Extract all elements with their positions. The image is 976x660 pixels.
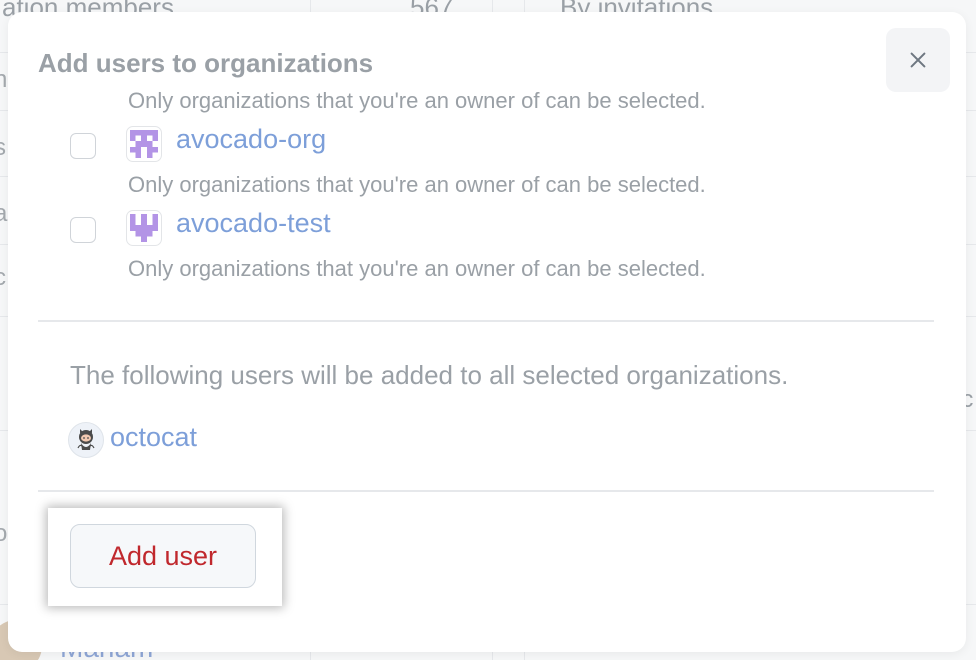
owner-hint-text: Only organizations that you're an owner …	[128, 172, 706, 197]
octocat-avatar-icon	[68, 422, 104, 458]
section-divider	[38, 490, 934, 492]
background-edge-letter: n	[0, 66, 8, 93]
org-checkbox[interactable]	[70, 217, 96, 243]
owner-hint-text: Only organizations that you're an owner …	[128, 88, 706, 113]
background-edge-letter: a	[0, 200, 8, 227]
close-button[interactable]	[886, 28, 950, 92]
background-edge-letter: c	[0, 264, 6, 291]
org-link-avocado-org[interactable]: avocado-org	[176, 124, 326, 155]
org-option-avocado-test: avocado-test	[70, 208, 470, 248]
org-checkbox[interactable]	[70, 133, 96, 159]
user-list-item: octocat	[68, 420, 368, 460]
org-option-avocado-org: avocado-org	[70, 124, 470, 164]
add-users-dialog: Add users to organizations Only organiza…	[8, 12, 966, 652]
close-icon	[910, 52, 926, 68]
background-edge-letter: o	[0, 520, 8, 547]
org-link-avocado-test[interactable]: avocado-test	[176, 208, 331, 239]
submit-highlight: Add user	[48, 508, 282, 606]
owner-hint-text: Only organizations that you're an owner …	[128, 256, 706, 281]
user-link-octocat[interactable]: octocat	[110, 422, 197, 453]
background-edge-letter: s	[0, 134, 6, 161]
identicon-test-icon	[126, 210, 162, 246]
add-user-button[interactable]: Add user	[70, 524, 256, 588]
dialog-title: Add users to organizations	[38, 48, 374, 78]
users-note: The following users will be added to all…	[70, 360, 789, 390]
section-divider	[38, 320, 934, 322]
identicon-org-icon	[126, 126, 162, 162]
